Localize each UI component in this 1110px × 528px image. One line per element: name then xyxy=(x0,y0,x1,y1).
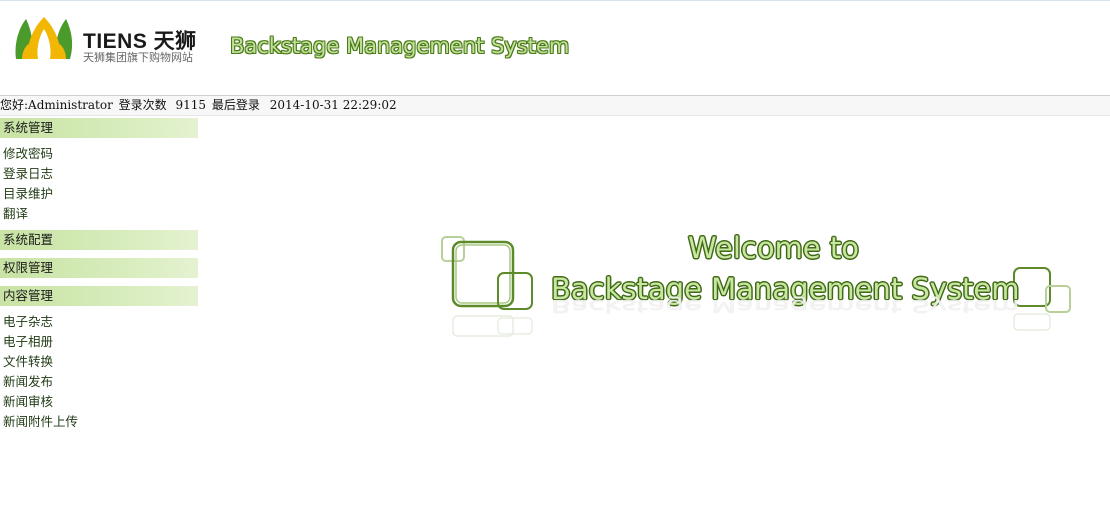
sidebar-item-change-password[interactable]: 修改密码 xyxy=(0,144,200,164)
sidebar-item-directory-maintenance[interactable]: 目录维护 xyxy=(0,184,200,204)
sidebar-item-file-conversion[interactable]: 文件转换 xyxy=(0,352,200,372)
sidebar-item-translate[interactable]: 翻译 xyxy=(0,204,200,224)
tiens-logo[interactable]: TIENS 天狮 天狮集团旗下购物网站 xyxy=(12,15,212,71)
system-title: Backstage Management System xyxy=(230,34,570,58)
last-login-label: 最后登录 xyxy=(211,98,260,112)
menu-header-system-config[interactable]: 系统配置 xyxy=(0,230,198,250)
sidebar-item-login-log[interactable]: 登录日志 xyxy=(0,164,200,184)
menu-header-content-management[interactable]: 内容管理 xyxy=(0,286,198,306)
sidebar-item-news-publish[interactable]: 新闻发布 xyxy=(0,372,200,392)
last-login-time: 2014-10-31 22:29:02 xyxy=(269,98,397,112)
menu-header-system-management[interactable]: 系统管理 xyxy=(0,118,198,138)
welcome-banner: Welcome to Backstage Management System B… xyxy=(436,228,1076,348)
header: TIENS 天狮 天狮集团旗下购物网站 Backstage Management… xyxy=(0,0,1110,96)
rounded-squares-decoration xyxy=(441,236,533,337)
welcome-text-reflection: Backstage Management System xyxy=(551,295,1020,316)
sidebar: 系统管理 修改密码 登录日志 目录维护 翻译 系统配置 权限管理 内容管理 电子… xyxy=(0,118,200,432)
sidebar-item-news-review[interactable]: 新闻审核 xyxy=(0,392,200,412)
login-count-value: 9115 xyxy=(175,98,207,112)
status-bar: 您好:Administrator 登录次数 9115 最后登录 2014-10-… xyxy=(0,95,1110,116)
sidebar-item-news-attachment-upload[interactable]: 新闻附件上传 xyxy=(0,412,200,432)
rounded-squares-decoration xyxy=(1013,267,1071,331)
tiens-leaf-logo-icon xyxy=(15,17,73,59)
login-count-label: 登录次数 xyxy=(118,98,167,112)
sidebar-item-e-album[interactable]: 电子相册 xyxy=(0,332,200,352)
sidebar-item-e-magazine[interactable]: 电子杂志 xyxy=(0,312,200,332)
welcome-text-line1: Welcome to xyxy=(688,231,859,265)
menu-header-permission-management[interactable]: 权限管理 xyxy=(0,258,198,278)
logo-subtitle: 天狮集团旗下购物网站 xyxy=(83,51,193,64)
greeting-text: 您好:Administrator xyxy=(0,98,113,112)
